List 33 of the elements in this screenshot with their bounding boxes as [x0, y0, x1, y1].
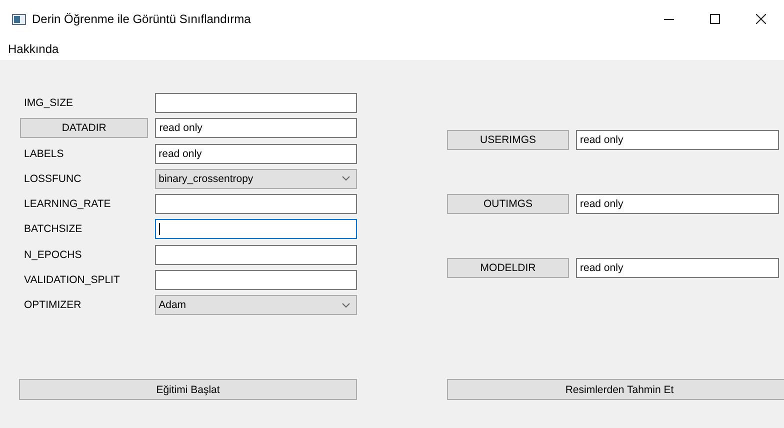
- input-field[interactable]: [154, 270, 357, 290]
- field-label: OPTIMIZER: [23, 299, 82, 312]
- window-title: Derin Öğrenme ile Görüntü Sınıflandırma: [32, 12, 252, 26]
- field-label: LABELS: [23, 148, 65, 160]
- browse-button[interactable]: OUTIMGS: [447, 194, 569, 214]
- field-label: VALIDATION_SPLIT: [23, 274, 121, 286]
- dropdown[interactable]: binary_crossentropy: [154, 168, 357, 189]
- browse-button[interactable]: DATADIR: [20, 118, 148, 138]
- field-label: LOSSFUNC: [23, 172, 82, 185]
- field-label: BATCHSIZE: [23, 223, 84, 236]
- chevron-down-icon: [342, 176, 350, 182]
- input-field[interactable]: read only: [576, 130, 779, 150]
- input-field[interactable]: read only: [576, 258, 779, 278]
- field-label: N_EPOCHS: [23, 248, 83, 261]
- input-field[interactable]: read only: [576, 194, 779, 214]
- input-field[interactable]: [154, 219, 357, 240]
- app-icon: [12, 14, 26, 24]
- input-field[interactable]: [154, 93, 357, 113]
- predict-button[interactable]: Resimlerden Tahmin Et: [447, 379, 784, 400]
- input-field[interactable]: read only: [155, 118, 357, 138]
- dropdown[interactable]: Adam: [154, 295, 357, 316]
- browse-button[interactable]: MODELDIR: [447, 258, 569, 278]
- chevron-down-icon: [342, 302, 350, 308]
- input-field[interactable]: read only: [154, 144, 357, 164]
- input-field[interactable]: [154, 194, 357, 214]
- menu-item[interactable]: Hakkında: [8, 42, 59, 56]
- start-training-button[interactable]: Eğitimi Başlat: [19, 379, 357, 400]
- input-field[interactable]: [154, 244, 357, 265]
- close-icon[interactable]: [756, 14, 766, 24]
- browse-button[interactable]: USERIMGS: [447, 130, 569, 150]
- field-label: IMG_SIZE: [23, 97, 74, 109]
- maximize-icon[interactable]: [710, 14, 720, 24]
- field-label: LEARNING_RATE: [23, 198, 112, 210]
